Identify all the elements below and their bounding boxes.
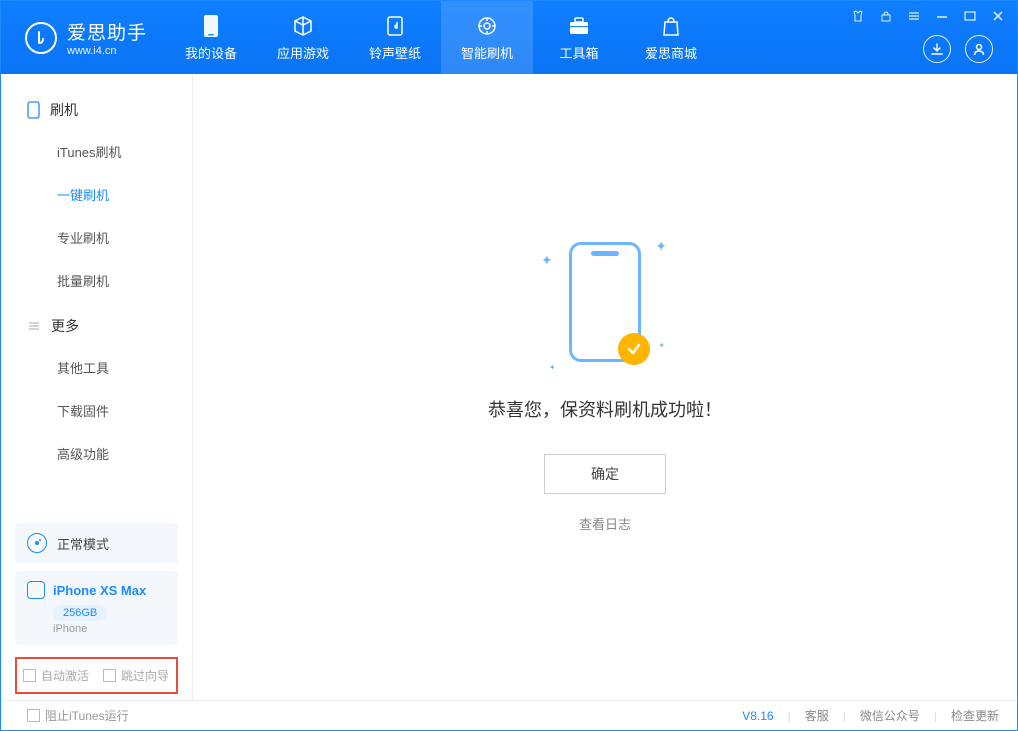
view-log-link[interactable]: 查看日志 xyxy=(579,514,631,533)
ok-button[interactable]: 确定 xyxy=(544,454,666,494)
nav-tabs: 我的设备 应用游戏 铃声壁纸 智能刷机 工具箱 爱思商城 xyxy=(165,1,717,74)
footer-right: V8.16 | 客服 | 微信公众号 | 检查更新 xyxy=(742,707,999,724)
shopping-bag-icon xyxy=(659,14,683,38)
device-mode-box[interactable]: 正常模式 xyxy=(15,523,178,563)
window-controls xyxy=(849,7,1007,25)
nav-tab-store[interactable]: 爱思商城 xyxy=(625,1,717,74)
checkbox-auto-activate[interactable]: 自动激活 xyxy=(23,667,89,684)
checkbox-block-itunes[interactable]: 阻止iTunes运行 xyxy=(27,707,129,724)
flash-options-highlighted: 自动激活 跳过向导 xyxy=(15,657,178,694)
sparkle-icon: ✦ xyxy=(541,252,553,269)
device-type: iPhone xyxy=(53,623,166,635)
nav-label: 工具箱 xyxy=(560,43,599,62)
phone-illustration-icon xyxy=(569,242,641,362)
wechat-link[interactable]: 微信公众号 xyxy=(860,707,920,724)
app-header: 爱思助手 www.i4.cn 我的设备 应用游戏 铃声壁纸 智能刷机 工具箱 爱… xyxy=(1,1,1017,74)
logo-area: 爱思助手 www.i4.cn xyxy=(1,18,165,57)
section-title: 刷机 xyxy=(50,100,78,120)
cube-icon xyxy=(291,14,315,38)
device-info-box[interactable]: iPhone XS Max 256GB iPhone xyxy=(15,571,178,645)
checkbox-icon xyxy=(23,669,36,682)
sparkle-icon: ✦ xyxy=(549,363,556,372)
checkbox-label: 自动激活 xyxy=(41,667,89,684)
nav-tab-apps-games[interactable]: 应用游戏 xyxy=(257,1,349,74)
success-message: 恭喜您，保资料刷机成功啦！ xyxy=(488,396,722,422)
app-logo-icon xyxy=(25,22,57,54)
success-illustration: ✦ ✦ ✦ ✦ xyxy=(569,242,641,396)
separator: | xyxy=(843,709,846,723)
separator: | xyxy=(934,709,937,723)
phone-icon xyxy=(199,14,223,38)
version-label: V8.16 xyxy=(742,709,773,723)
sparkle-icon: ✦ xyxy=(655,238,667,255)
main-content: ✦ ✦ ✦ ✦ 恭喜您，保资料刷机成功啦！ 确定 查看日志 xyxy=(193,74,1017,700)
close-button[interactable] xyxy=(989,7,1007,25)
nav-label: 我的设备 xyxy=(185,43,237,62)
sidebar-item-advanced[interactable]: 高级功能 xyxy=(1,432,192,475)
header-action-icons xyxy=(923,35,993,63)
sidebar-item-other-tools[interactable]: 其他工具 xyxy=(1,346,192,389)
checkbox-icon xyxy=(103,669,116,682)
storage-badge: 256GB xyxy=(53,605,107,621)
download-icon[interactable] xyxy=(923,35,951,63)
sparkle-icon: ✦ xyxy=(658,341,665,350)
check-badge-icon xyxy=(618,333,650,365)
nav-tab-smart-flash[interactable]: 智能刷机 xyxy=(441,1,533,74)
user-icon[interactable] xyxy=(965,35,993,63)
device-name: iPhone XS Max xyxy=(53,583,146,598)
nav-label: 应用游戏 xyxy=(277,43,329,62)
checkbox-icon xyxy=(27,709,40,722)
menu-icon[interactable] xyxy=(905,7,923,25)
nav-label: 爱思商城 xyxy=(645,43,697,62)
sidebar-item-itunes-flash[interactable]: iTunes刷机 xyxy=(1,130,192,173)
body-area: 刷机 iTunes刷机 一键刷机 专业刷机 批量刷机 更多 其他工具 下载固件 … xyxy=(1,74,1017,700)
checkbox-skip-guide[interactable]: 跳过向导 xyxy=(103,667,169,684)
minimize-button[interactable] xyxy=(933,7,951,25)
nav-tab-my-device[interactable]: 我的设备 xyxy=(165,1,257,74)
nav-tab-toolbox[interactable]: 工具箱 xyxy=(533,1,625,74)
lock-icon[interactable] xyxy=(877,7,895,25)
list-icon xyxy=(27,319,41,333)
sidebar: 刷机 iTunes刷机 一键刷机 专业刷机 批量刷机 更多 其他工具 下载固件 … xyxy=(1,74,193,700)
checkbox-label: 阻止iTunes运行 xyxy=(45,707,129,724)
sidebar-item-pro-flash[interactable]: 专业刷机 xyxy=(1,216,192,259)
nav-tab-ringtones-wallpapers[interactable]: 铃声壁纸 xyxy=(349,1,441,74)
device-icon xyxy=(27,581,45,599)
maximize-button[interactable] xyxy=(961,7,979,25)
support-link[interactable]: 客服 xyxy=(805,707,829,724)
phone-outline-icon xyxy=(27,101,40,119)
music-file-icon xyxy=(383,14,407,38)
section-title: 更多 xyxy=(51,316,79,336)
sidebar-item-one-click-flash[interactable]: 一键刷机 xyxy=(1,173,192,216)
app-title: 爱思助手 xyxy=(67,18,147,45)
sidebar-section-more: 更多 xyxy=(1,302,192,346)
nav-label: 智能刷机 xyxy=(461,43,513,62)
check-update-link[interactable]: 检查更新 xyxy=(951,707,999,724)
status-bar: 阻止iTunes运行 V8.16 | 客服 | 微信公众号 | 检查更新 xyxy=(1,700,1017,730)
checkbox-label: 跳过向导 xyxy=(121,667,169,684)
sidebar-bottom: 正常模式 iPhone XS Max 256GB iPhone xyxy=(1,513,192,657)
separator: | xyxy=(788,709,791,723)
mode-label: 正常模式 xyxy=(57,534,109,553)
gear-shield-icon xyxy=(475,14,499,38)
app-subtitle: www.i4.cn xyxy=(67,45,147,57)
sidebar-item-batch-flash[interactable]: 批量刷机 xyxy=(1,259,192,302)
sidebar-section-flash: 刷机 xyxy=(1,86,192,130)
mode-icon xyxy=(27,533,47,553)
toolbox-icon xyxy=(567,14,591,38)
sidebar-item-download-firmware[interactable]: 下载固件 xyxy=(1,389,192,432)
nav-label: 铃声壁纸 xyxy=(369,43,421,62)
shirt-icon[interactable] xyxy=(849,7,867,25)
